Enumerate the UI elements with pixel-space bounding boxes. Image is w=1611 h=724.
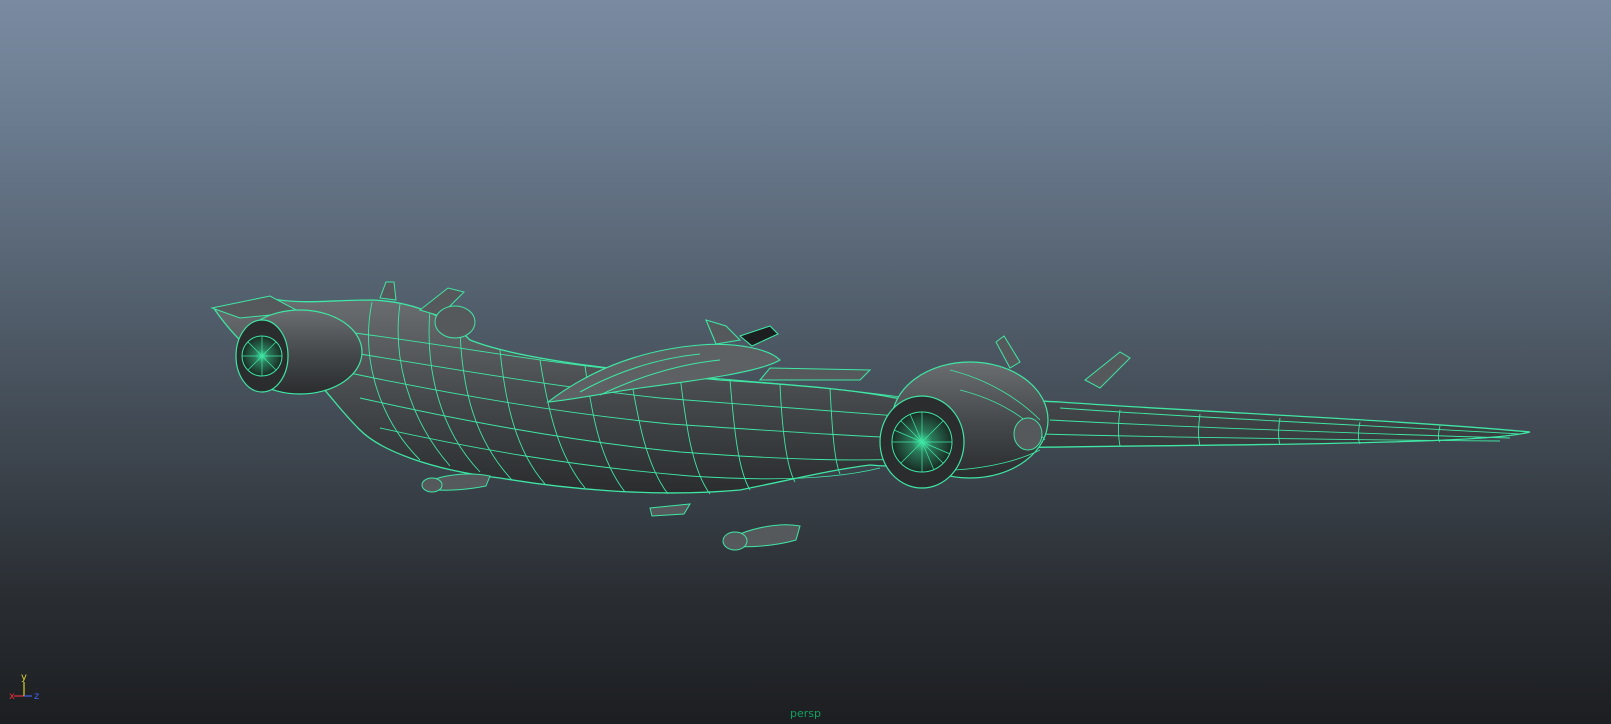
left-engine — [235, 309, 363, 395]
axis-orientation-gizmo: x y z — [6, 668, 50, 712]
aircraft-model[interactable] — [0, 0, 1611, 724]
x-axis-label: x — [9, 691, 15, 702]
right-engine — [879, 361, 1049, 489]
z-axis-label: z — [34, 691, 39, 702]
y-axis-label: y — [21, 672, 27, 683]
perspective-viewport[interactable]: x y z persp — [0, 0, 1611, 724]
wing-body — [213, 297, 1531, 494]
camera-name-label: persp — [790, 707, 821, 720]
